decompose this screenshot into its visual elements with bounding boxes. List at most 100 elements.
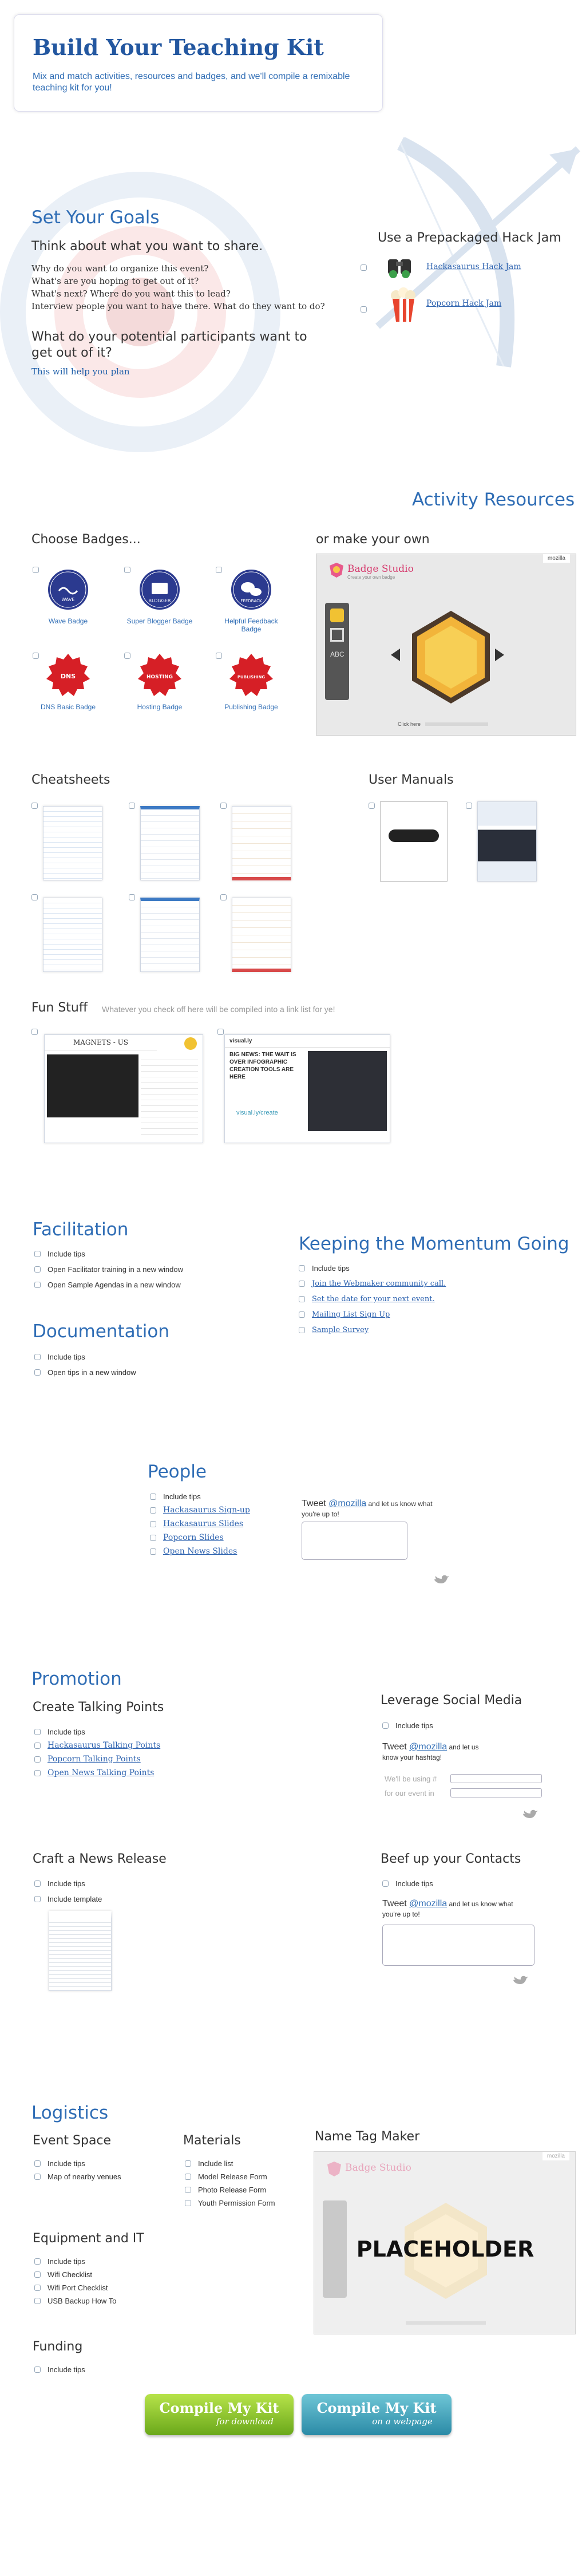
option-checkbox[interactable]	[185, 2174, 191, 2180]
option-checkbox[interactable]	[34, 2174, 41, 2180]
badge-checkbox[interactable]	[124, 567, 130, 573]
option-checkbox[interactable]	[34, 1729, 41, 1735]
people-link[interactable]: Open News Slides	[163, 1547, 237, 1556]
link-checkbox[interactable]	[299, 1281, 305, 1287]
compile-webpage-button[interactable]: Compile My Kit on a webpage	[302, 2394, 452, 2435]
next-arrow-icon[interactable]	[495, 649, 504, 661]
link-row[interactable]: Hackasaurus Sign-up	[150, 1506, 250, 1515]
link-checkbox[interactable]	[299, 1296, 305, 1302]
manual-checkbox[interactable]	[466, 803, 472, 809]
option-row[interactable]: Open tips in a new window	[34, 1368, 136, 1377]
link-row[interactable]: Hackasaurus Talking Points	[34, 1741, 160, 1750]
option-row[interactable]: Photo Release Form	[185, 2186, 275, 2194]
badge-option[interactable]: HOSTING Hosting Badge	[123, 650, 203, 721]
option-row[interactable]: Include tips	[34, 1250, 183, 1258]
event-location-input[interactable]	[450, 1788, 542, 1797]
option-row[interactable]: Include list	[185, 2159, 275, 2168]
people-link[interactable]: Hackasaurus Slides	[163, 1519, 243, 1528]
option-checkbox[interactable]	[299, 1265, 305, 1271]
option-checkbox[interactable]	[185, 2200, 191, 2206]
badge-checkbox[interactable]	[124, 653, 130, 659]
link-checkbox[interactable]	[150, 1534, 156, 1541]
option-row[interactable]: Wifi Port Checklist	[34, 2283, 116, 2292]
option-row[interactable]: Include tips	[34, 2365, 85, 2374]
link-row[interactable]: Open News Slides	[150, 1547, 250, 1556]
cheatsheet-checkbox[interactable]	[129, 803, 135, 809]
option-checkbox[interactable]	[34, 1282, 41, 1288]
option-checkbox[interactable]	[34, 1369, 41, 1376]
manual-checkbox[interactable]	[369, 803, 375, 809]
option-row[interactable]: Include tips	[382, 1879, 433, 1888]
option-row[interactable]: Include tips	[34, 1353, 136, 1361]
toolbar-frame-icon[interactable]	[330, 628, 344, 642]
cheatsheet-checkbox[interactable]	[129, 894, 135, 900]
badge-option[interactable]: PUBLISHING Publishing Badge	[215, 650, 295, 721]
mozilla-handle-link[interactable]: @mozilla	[409, 1742, 447, 1752]
mozilla-handle-link[interactable]: @mozilla	[409, 1899, 447, 1909]
hack-jam-link-popcorn[interactable]: Popcorn Hack Jam	[426, 299, 501, 308]
option-checkbox[interactable]	[34, 1880, 41, 1887]
link-checkbox[interactable]	[150, 1520, 156, 1527]
nametag-maker-panel[interactable]: mozilla Badge Studio PLACEHOLDER	[314, 2151, 576, 2334]
link-checkbox[interactable]	[34, 1769, 41, 1776]
badge-checkbox[interactable]	[216, 567, 222, 573]
option-checkbox[interactable]	[382, 1880, 389, 1887]
badge-studio-panel[interactable]: mozilla Badge Studio Create your own bad…	[316, 554, 576, 736]
fun-checkbox[interactable]	[31, 1029, 38, 1035]
link-row[interactable]: Set the date for your next event.	[299, 1295, 446, 1303]
option-row[interactable]: Model Release Form	[185, 2172, 275, 2181]
link-checkbox[interactable]	[150, 1548, 156, 1555]
twitter-bird-icon[interactable]	[433, 1574, 449, 1586]
hack-jam-link-hackasaurus[interactable]: Hackasaurus Hack Jam	[426, 262, 521, 271]
option-checkbox[interactable]	[34, 1251, 41, 1257]
badge-option[interactable]: WAVE Wave Badge	[31, 564, 112, 635]
people-link[interactable]: Popcorn Slides	[163, 1533, 224, 1542]
option-row[interactable]: Include tips	[34, 2257, 116, 2266]
link-row[interactable]: Sample Survey	[299, 1326, 446, 1334]
badge-option[interactable]: BLOGGER Super Blogger Badge	[123, 564, 203, 635]
option-checkbox[interactable]	[34, 2271, 41, 2278]
option-row[interactable]: Include tips	[34, 1728, 160, 1736]
option-checkbox[interactable]	[382, 1722, 389, 1729]
option-row[interactable]: USB Backup How To	[34, 2297, 116, 2305]
link-checkbox[interactable]	[150, 1507, 156, 1514]
option-checkbox[interactable]	[34, 2298, 41, 2304]
option-row[interactable]: Open Facilitator training in a new windo…	[34, 1265, 183, 1274]
plan-help-link[interactable]: This will help you plan	[31, 366, 130, 377]
option-checkbox[interactable]	[34, 1354, 41, 1360]
link-row[interactable]: Open News Talking Points	[34, 1768, 160, 1777]
hack-jam-checkbox[interactable]	[361, 264, 367, 271]
cheatsheet-checkbox[interactable]	[31, 894, 38, 900]
people-tweet-box[interactable]	[302, 1522, 407, 1560]
option-row[interactable]: Wifi Checklist	[34, 2270, 116, 2279]
momentum-link[interactable]: Set the date for your next event.	[312, 1295, 435, 1303]
badge-option[interactable]: DNS DNS Basic Badge	[31, 650, 112, 721]
link-checkbox[interactable]	[299, 1311, 305, 1318]
momentum-link[interactable]: Sample Survey	[312, 1326, 369, 1334]
option-row[interactable]: Youth Permission Form	[185, 2199, 275, 2207]
option-checkbox[interactable]	[34, 1266, 41, 1273]
studio-click-link[interactable]: Click here	[398, 721, 421, 727]
option-checkbox[interactable]	[34, 1896, 41, 1902]
option-checkbox[interactable]	[34, 2285, 41, 2291]
talking-link[interactable]: Open News Talking Points	[47, 1768, 154, 1777]
option-checkbox[interactable]	[185, 2160, 191, 2167]
fun-checkbox[interactable]	[217, 1029, 224, 1035]
link-checkbox[interactable]	[299, 1327, 305, 1333]
option-row[interactable]: Include tips	[382, 1721, 433, 1730]
people-link[interactable]: Hackasaurus Sign-up	[163, 1506, 250, 1515]
cheatsheet-checkbox[interactable]	[220, 894, 227, 900]
option-checkbox[interactable]	[34, 2366, 41, 2373]
link-row[interactable]: Popcorn Slides	[150, 1533, 250, 1542]
link-row[interactable]: Hackasaurus Slides	[150, 1519, 250, 1528]
option-checkbox[interactable]	[185, 2187, 191, 2193]
prev-arrow-icon[interactable]	[391, 649, 400, 661]
contacts-tweet-box[interactable]	[382, 1925, 534, 1966]
badge-checkbox[interactable]	[33, 653, 39, 659]
momentum-link[interactable]: Join the Webmaker community call.	[312, 1279, 446, 1288]
option-checkbox[interactable]	[150, 1494, 156, 1500]
compile-download-button[interactable]: Compile My Kit for download	[145, 2394, 294, 2435]
link-row[interactable]: Mailing List Sign Up	[299, 1310, 446, 1319]
link-checkbox[interactable]	[34, 1742, 41, 1749]
hashtag-input[interactable]	[450, 1774, 542, 1783]
